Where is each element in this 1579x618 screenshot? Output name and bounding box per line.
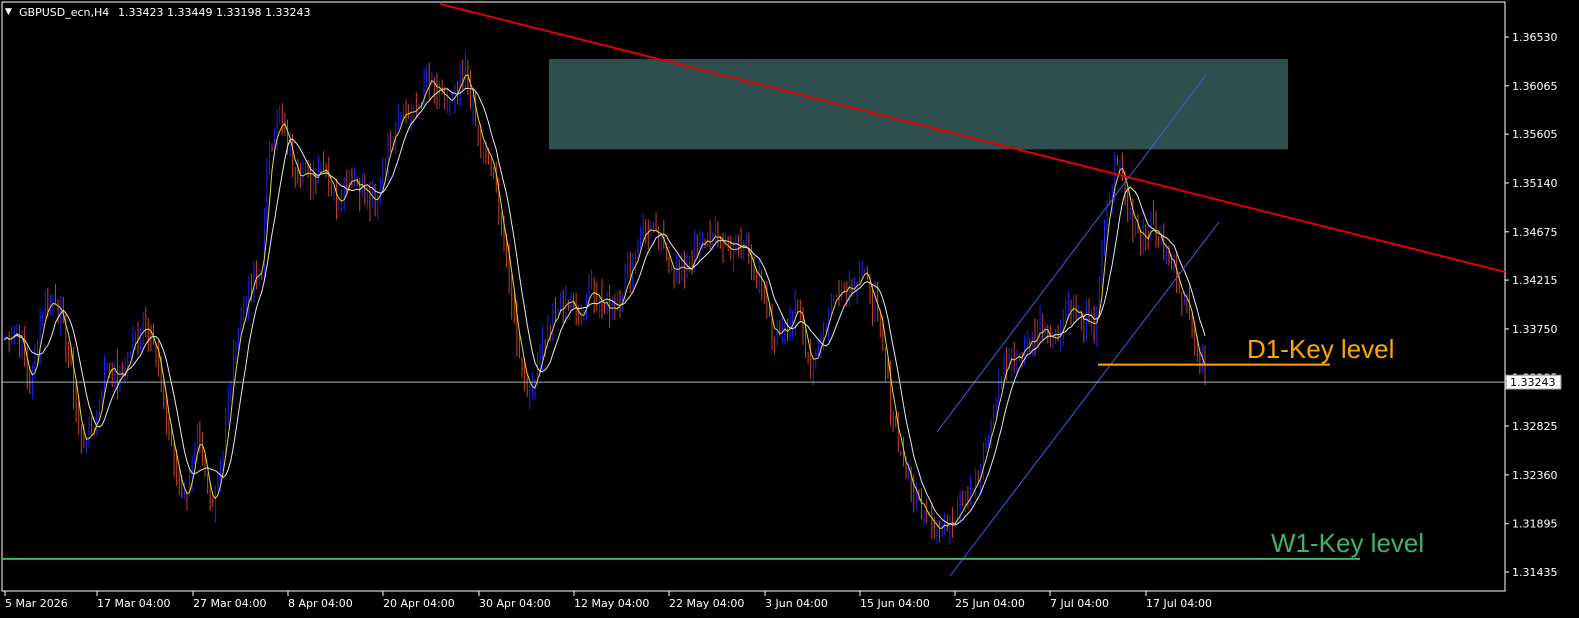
x-tick-label: 20 Apr 04:00 (383, 597, 455, 610)
d1-key-level-label: D1-Key level (1247, 334, 1394, 364)
price-chart[interactable]: D1-Key level W1-Key level ▼ GBPUSD_ecn,H… (0, 0, 1579, 618)
y-tick-label: 1.32360 (1512, 469, 1558, 482)
symbol-menu-arrow-icon[interactable]: ▼ (5, 7, 12, 17)
y-tick-label: 1.36065 (1512, 80, 1558, 93)
w1-key-level-label: W1-Key level (1271, 528, 1424, 558)
x-tick-label: 15 Jun 04:00 (860, 597, 930, 610)
y-tick-label: 1.36530 (1512, 31, 1558, 44)
x-tick-label: 17 Mar 04:00 (97, 597, 170, 610)
y-tick-label: 1.31895 (1512, 518, 1558, 531)
y-tick-label: 1.35605 (1512, 128, 1558, 141)
y-tick-label: 1.35140 (1512, 177, 1558, 190)
x-tick-label: 3 Jun 04:00 (765, 597, 828, 610)
current-price-value: 1.33243 (1510, 376, 1556, 389)
x-tick-label: 17 Jul 04:00 (1146, 597, 1212, 610)
ohlc-readout: 1.33423 1.33449 1.33198 1.33243 (118, 6, 310, 19)
x-tick-label: 8 Apr 04:00 (288, 597, 353, 610)
current-price-badge: 1.33243 (1505, 374, 1562, 390)
y-tick-label: 1.31435 (1512, 566, 1558, 579)
x-tick-label: 5 Mar 2026 (5, 597, 68, 610)
y-tick-label: 1.32825 (1512, 420, 1558, 433)
y-tick-label: 1.34215 (1512, 274, 1558, 287)
symbol-title: GBPUSD_ecn,H4 (19, 6, 109, 19)
x-tick-label: 7 Jul 04:00 (1050, 597, 1109, 610)
x-tick-label: 22 May 04:00 (669, 597, 744, 610)
x-tick-label: 25 Jun 04:00 (955, 597, 1025, 610)
x-tick-label: 30 Apr 04:00 (479, 597, 551, 610)
y-tick-label: 1.33750 (1512, 323, 1558, 336)
resistance-zone[interactable] (549, 59, 1288, 150)
y-tick-label: 1.34675 (1512, 226, 1558, 239)
x-tick-label: 12 May 04:00 (574, 597, 649, 610)
x-tick-label: 27 Mar 04:00 (193, 597, 266, 610)
